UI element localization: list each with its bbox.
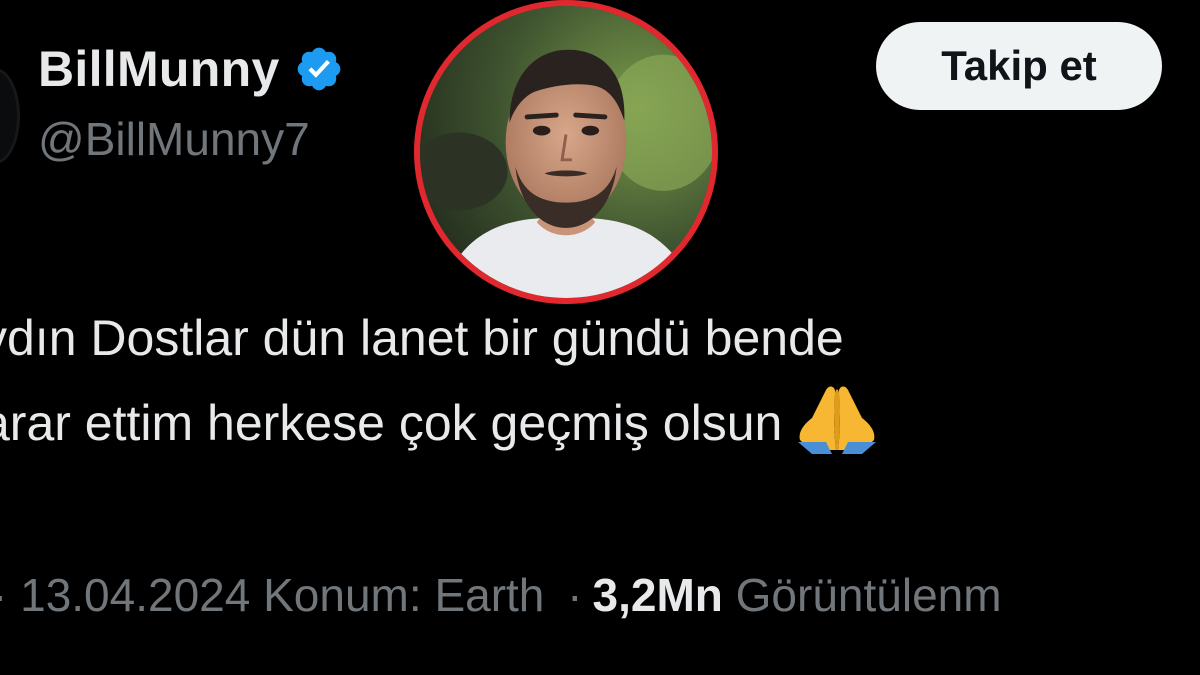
tweet-date[interactable]: 13.04.2024 [20, 569, 250, 621]
tweet-meta: · 13.04.2024 Konum: Earth ·3,2Mn Görüntü… [0, 568, 1002, 622]
display-name[interactable]: BillMunny [38, 40, 280, 98]
tweet-line-text: arar ettim herkese çok geçmiş olsun [0, 395, 783, 451]
tweet-text: ydın Dostlar dün lanet bir gündü bende a… [0, 296, 1200, 464]
user-name-row[interactable]: BillMunny [38, 40, 344, 98]
views-count: 3,2Mn [592, 569, 723, 621]
tweet-card: BillMunny @BillMunny7 Takip et ydın Dost… [0, 0, 1200, 675]
profile-photo-image [420, 6, 712, 298]
avatar[interactable] [0, 68, 20, 164]
tweet-line: ydın Dostlar dün lanet bir gündü bende [0, 296, 1200, 380]
views-label: Görüntülenm [735, 569, 1002, 621]
tweet-line-text: ydın Dostlar dün lanet bir gündü bende [0, 310, 844, 366]
tweet-line: arar ettim herkese çok geçmiş olsun [0, 380, 1200, 464]
location-label: Konum: [263, 569, 422, 621]
meta-separator: · [0, 569, 7, 621]
profile-photo [414, 0, 718, 304]
folded-hands-icon [796, 380, 878, 454]
verified-badge-icon [294, 44, 344, 94]
meta-separator: · [567, 569, 583, 621]
user-handle[interactable]: @BillMunny7 [38, 112, 310, 166]
location-value: Earth [434, 569, 545, 621]
follow-button[interactable]: Takip et [876, 22, 1162, 110]
